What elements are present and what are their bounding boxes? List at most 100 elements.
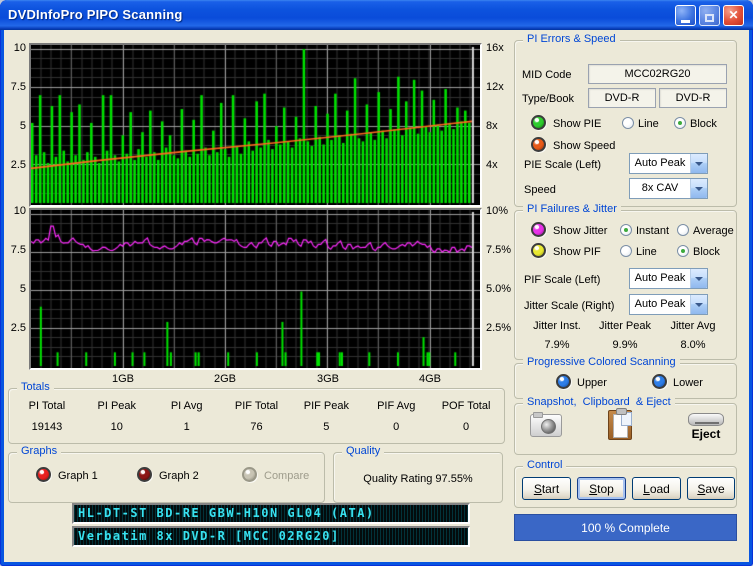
totals-header: POF Total <box>441 400 491 412</box>
speed-select[interactable]: 8x CAV <box>629 178 708 199</box>
pie-scale-select[interactable]: Auto Peak <box>629 153 708 174</box>
axis-tick: 10 <box>13 42 26 54</box>
axis-tick: 2GB <box>213 373 236 385</box>
graph1-label: Graph 1 <box>58 470 98 482</box>
window-title: DVDInfoPro PIPO Scanning <box>8 7 183 22</box>
compare-led-button <box>242 467 257 482</box>
group-label: PI Errors & Speed <box>523 33 620 45</box>
quality-rating-text: Quality Rating 97.55% <box>363 473 473 485</box>
totals-header: PI Avg <box>170 400 203 412</box>
minimize-button[interactable] <box>675 5 696 26</box>
eject-drive-icon[interactable] <box>688 413 724 426</box>
clipboard-page-icon <box>621 412 632 426</box>
jitter-scale-select[interactable]: Auto Peak <box>629 294 708 315</box>
totals-group: Totals <box>8 381 505 444</box>
progressive-scanning-group: Progressive Colored Scanning <box>514 356 737 399</box>
snapshot-camera-icon[interactable] <box>530 412 562 437</box>
jitter-peak-value: 9.9% <box>612 339 638 351</box>
type-value: DVD-R <box>588 88 656 108</box>
axis-tick: 4GB <box>418 373 441 385</box>
group-label: Totals <box>17 381 54 393</box>
totals-header: PI Total <box>28 400 66 412</box>
jitter-average-radio[interactable] <box>677 224 689 236</box>
totals-value: 1 <box>183 421 190 433</box>
save-button[interactable]: Save <box>687 477 735 500</box>
pif-line-radio[interactable] <box>620 245 632 257</box>
jitter-instant-radio[interactable] <box>620 224 632 236</box>
close-button[interactable]: ✕ <box>723 5 744 26</box>
show-jitter-label: Show Jitter <box>553 225 608 237</box>
totals-value: 76 <box>250 421 263 433</box>
pie-scale-label: PIE Scale (Left) <box>524 159 602 171</box>
compare-label: Compare <box>264 470 310 482</box>
jitter-avg-label: Jitter Avg <box>670 320 716 332</box>
axis-tick: 5 <box>19 120 26 132</box>
pie-scale-value: Auto Peak <box>634 157 686 169</box>
group-label: PI Failures & Jitter <box>523 203 621 215</box>
pie-line-radio[interactable] <box>622 117 634 129</box>
pif-scale-value: Auto Peak <box>634 272 686 284</box>
group-label: Graphs <box>17 445 62 457</box>
chevron-down-icon[interactable] <box>690 179 707 198</box>
show-pie-label: Show PIE <box>553 118 602 130</box>
jitter-inst-label: Jitter Inst. <box>533 320 581 332</box>
pif-block-label: Block <box>693 246 720 258</box>
graph1-led-button[interactable] <box>36 467 51 482</box>
group-label: Snapshot, Clipboard & Eject <box>523 396 675 408</box>
axis-tick: 10 <box>13 205 26 217</box>
totals-value: 0 <box>393 421 400 433</box>
progress-text: 100 % Complete <box>581 520 670 535</box>
pif-block-radio[interactable] <box>677 245 689 257</box>
pif-scale-select[interactable]: Auto Peak <box>629 268 708 289</box>
upper-led-button[interactable] <box>556 374 571 389</box>
lower-led-button[interactable] <box>652 374 667 389</box>
pif-graph-canvas[interactable] <box>31 210 480 368</box>
jitter-inst-value: 7.9% <box>544 339 570 351</box>
media-lcd-frame: Verbatim 8x DVD-R [MCC 02RG20] <box>72 526 470 547</box>
maximize-button[interactable] <box>699 5 720 26</box>
group-label: Progressive Colored Scanning <box>523 356 680 368</box>
pie-block-radio[interactable] <box>674 117 686 129</box>
eject-label[interactable]: Eject <box>684 427 728 441</box>
drive-lcd-frame: HL-DT-ST BD-RE GBW-H10N GL04 (ATA) <box>72 503 470 524</box>
show-jitter-led-button[interactable] <box>531 222 546 237</box>
mid-code-label: MID Code <box>522 69 572 81</box>
mid-code-value: MCC02RG20 <box>588 64 727 84</box>
pif-line-label: Line <box>636 246 657 258</box>
app-window: DVDInfoPro PIPO Scanning ✕ 10 7.5 5 2.5 … <box>0 0 753 566</box>
jitter-scale-value: Auto Peak <box>634 298 686 310</box>
load-button[interactable]: Load <box>632 477 681 500</box>
show-pie-led-button[interactable] <box>531 115 546 130</box>
chevron-down-icon[interactable] <box>690 154 707 173</box>
show-pif-led-button[interactable] <box>531 243 546 258</box>
axis-tick: 1GB <box>111 373 134 385</box>
chevron-down-icon[interactable] <box>690 269 707 288</box>
pie-graph-canvas[interactable] <box>31 45 480 205</box>
totals-header-row: PI Total PI Peak PI Avg PIF Total PIF Pe… <box>12 400 501 412</box>
stop-button[interactable]: Stop <box>577 477 626 500</box>
axis-tick: 2.5 <box>10 159 26 171</box>
axis-tick: 3GB <box>316 373 339 385</box>
graph2-led-button[interactable] <box>137 467 152 482</box>
titlebar[interactable]: DVDInfoPro PIPO Scanning ✕ <box>0 0 753 30</box>
graph2-label: Graph 2 <box>159 470 199 482</box>
totals-value: 10 <box>110 421 123 433</box>
speed-label: Speed <box>524 184 556 196</box>
totals-value: 5 <box>323 421 330 433</box>
media-lcd-text: Verbatim 8x DVD-R [MCC 02RG20] <box>74 528 468 545</box>
show-speed-led-button[interactable] <box>531 137 546 152</box>
totals-header: PIF Peak <box>303 400 349 412</box>
show-speed-label: Show Speed <box>553 140 616 152</box>
jitter-instant-label: Instant <box>636 225 670 237</box>
group-label: Quality <box>342 445 385 457</box>
pie-graph-frame <box>29 43 482 207</box>
group-label: Control <box>523 459 567 471</box>
pie-block-label: Block <box>690 118 717 130</box>
progress-bar: 100 % Complete <box>514 514 737 541</box>
chevron-down-icon[interactable] <box>690 295 707 314</box>
clipboard-icon[interactable] <box>608 408 632 440</box>
start-button[interactable]: Start <box>522 477 571 500</box>
totals-header: PI Peak <box>97 400 137 412</box>
lower-label: Lower <box>673 377 703 389</box>
pie-line-label: Line <box>638 118 659 130</box>
